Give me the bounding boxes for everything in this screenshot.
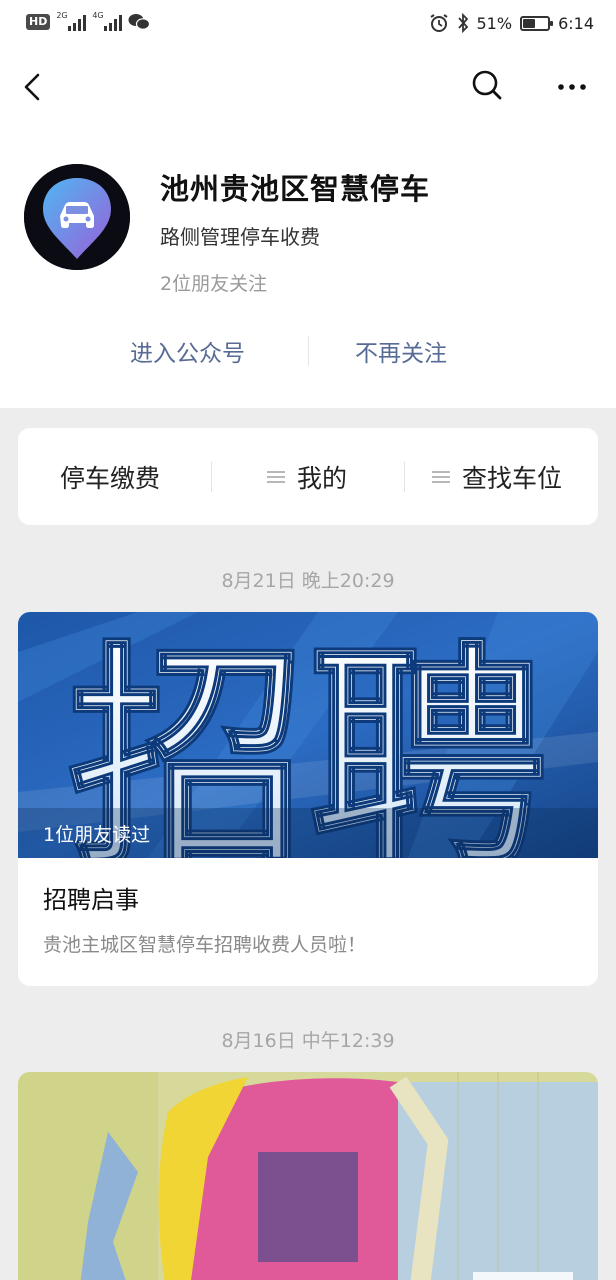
article-card[interactable] xyxy=(18,1072,598,1280)
status-bar: HD 2G 4G 51% 6:14 xyxy=(0,0,616,50)
divider xyxy=(404,462,405,492)
article-cover-image xyxy=(18,1072,598,1280)
menu-item-label: 停车缴费 xyxy=(60,463,161,493)
account-description: 路侧管理停车收费 xyxy=(160,225,320,249)
hd-badge: HD xyxy=(26,14,51,30)
enter-account-button[interactable]: 进入公众号 xyxy=(130,334,245,368)
more-icon[interactable] xyxy=(552,70,592,104)
message-date: 8月21日 晚上20:29 xyxy=(221,570,395,592)
friends-read-count: 1位朋友读过 xyxy=(43,824,151,846)
menu-item-parking-payment[interactable]: 停车缴费 xyxy=(60,428,160,525)
menu-item-label: 查找车位 xyxy=(462,463,563,493)
nav-bar xyxy=(0,50,616,124)
bluetooth-icon xyxy=(457,13,468,33)
signal-2g-icon: 2G xyxy=(56,11,87,31)
avatar[interactable] xyxy=(24,164,130,270)
car-pin-logo xyxy=(24,164,130,270)
signal-4g-icon: 4G xyxy=(92,11,123,31)
back-chevron-left-icon[interactable] xyxy=(18,70,48,104)
divider xyxy=(308,336,309,366)
clock: 6:14 xyxy=(558,13,594,33)
search-icon[interactable] xyxy=(470,68,504,102)
friends-following: 2位朋友关注 xyxy=(160,273,268,295)
article-card[interactable]: 招聘 1位朋友读过 招聘启事 贵池主城区智慧停车招聘收费人员啦！ xyxy=(18,612,598,986)
article-title: 招聘启事 xyxy=(43,886,139,914)
menu-item-find-spot[interactable]: 查找车位 xyxy=(432,428,562,525)
article-summary: 贵池主城区智慧停车招聘收费人员啦！ xyxy=(43,934,367,956)
status-left: HD 2G 4G xyxy=(26,11,151,31)
account-profile: 池州贵池区智慧停车 路侧管理停车收费 2位朋友关注 进入公众号 不再关注 xyxy=(0,124,616,408)
battery-icon xyxy=(520,15,554,31)
menu-item-mine[interactable]: 我的 xyxy=(267,428,347,525)
status-right: 51% 6:14 xyxy=(429,13,594,33)
battery-percent: 51% xyxy=(476,13,513,33)
account-name: 池州贵池区智慧停车 xyxy=(160,172,431,206)
message-date: 8月16日 中午12:39 xyxy=(221,1030,395,1052)
menu-item-label: 我的 xyxy=(297,463,348,493)
divider xyxy=(211,462,212,492)
submenu-icon xyxy=(267,468,285,486)
alarm-icon xyxy=(429,14,448,32)
wechat-icon xyxy=(128,14,151,30)
unfollow-button[interactable]: 不再关注 xyxy=(355,334,447,368)
submenu-icon xyxy=(432,468,450,486)
account-menu: 停车缴费 我的 查找车位 xyxy=(18,428,598,525)
